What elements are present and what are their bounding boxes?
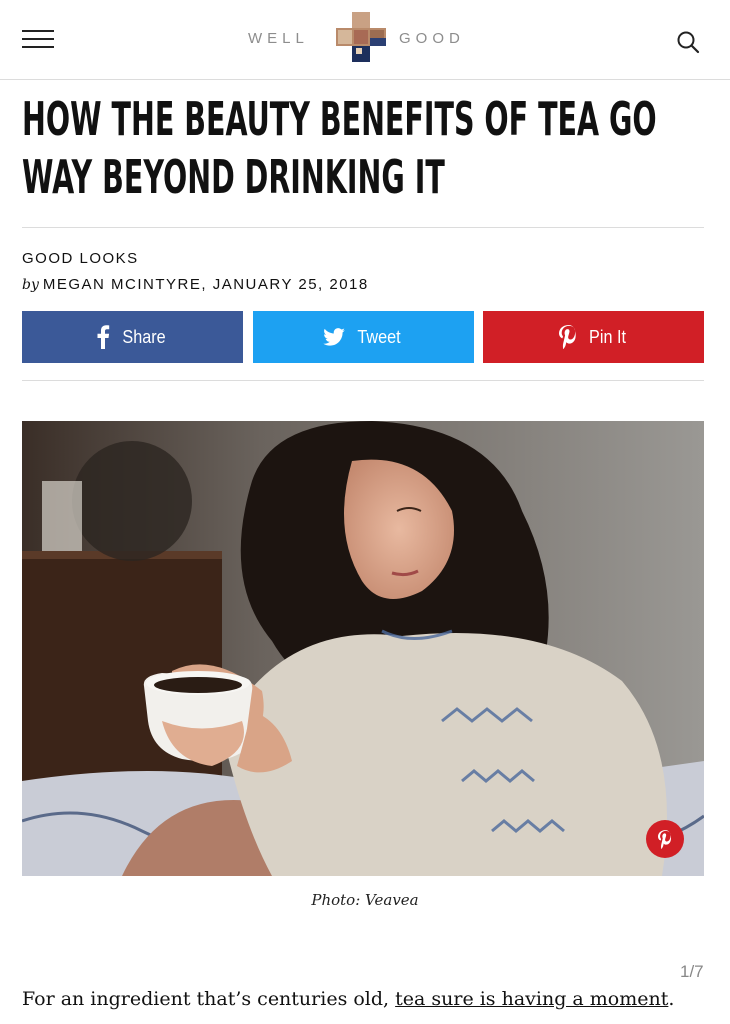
hamburger-menu-icon[interactable] — [22, 28, 54, 50]
article-title: HOW THE BEAUTY BENEFITS OF TEA GO WAY BE… — [22, 92, 657, 204]
divider — [22, 227, 704, 228]
article-hero-image — [22, 421, 704, 876]
twitter-tweet-button[interactable]: Tweet — [253, 311, 474, 363]
site-header: WELL GOOD — [0, 0, 730, 80]
logo-text-well: WELL — [248, 30, 309, 47]
facebook-share-button[interactable]: Share — [22, 311, 243, 363]
facebook-icon — [97, 325, 110, 349]
pinterest-icon — [558, 325, 576, 349]
divider — [22, 380, 704, 381]
pinterest-pin-button[interactable]: Pin It — [483, 311, 704, 363]
intro-text: For an ingredient that’s centuries old, — [22, 988, 396, 1010]
logo-cross-icon — [336, 12, 386, 62]
pinterest-icon — [658, 829, 671, 849]
woman-with-tea-photo — [22, 421, 704, 876]
image-pin-button[interactable] — [646, 820, 684, 858]
site-logo[interactable]: WELL GOOD — [248, 12, 470, 62]
photo-caption: Photo: Veavea — [311, 891, 419, 909]
category-link[interactable]: GOOD LOOKS — [22, 250, 139, 267]
logo-text-good: GOOD — [399, 30, 465, 47]
twitter-bird-icon — [323, 328, 346, 346]
intro-end: . — [668, 988, 675, 1010]
facebook-share-label: Share — [122, 326, 167, 347]
byline: by MEGAN MCINTYRE, JANUARY 25, 2018 — [22, 276, 369, 293]
twitter-tweet-label: Tweet — [357, 326, 402, 347]
author-date[interactable]: MEGAN MCINTYRE, JANUARY 25, 2018 — [43, 276, 369, 293]
article-intro-paragraph: For an ingredient that’s centuries old, … — [22, 985, 722, 1013]
pinterest-pin-label: Pin It — [589, 326, 626, 347]
slide-counter: 1/7 — [680, 962, 704, 981]
byline-by: by — [22, 277, 39, 293]
tea-moment-link[interactable]: tea sure is having a moment — [395, 988, 668, 1010]
search-icon[interactable] — [676, 30, 700, 54]
